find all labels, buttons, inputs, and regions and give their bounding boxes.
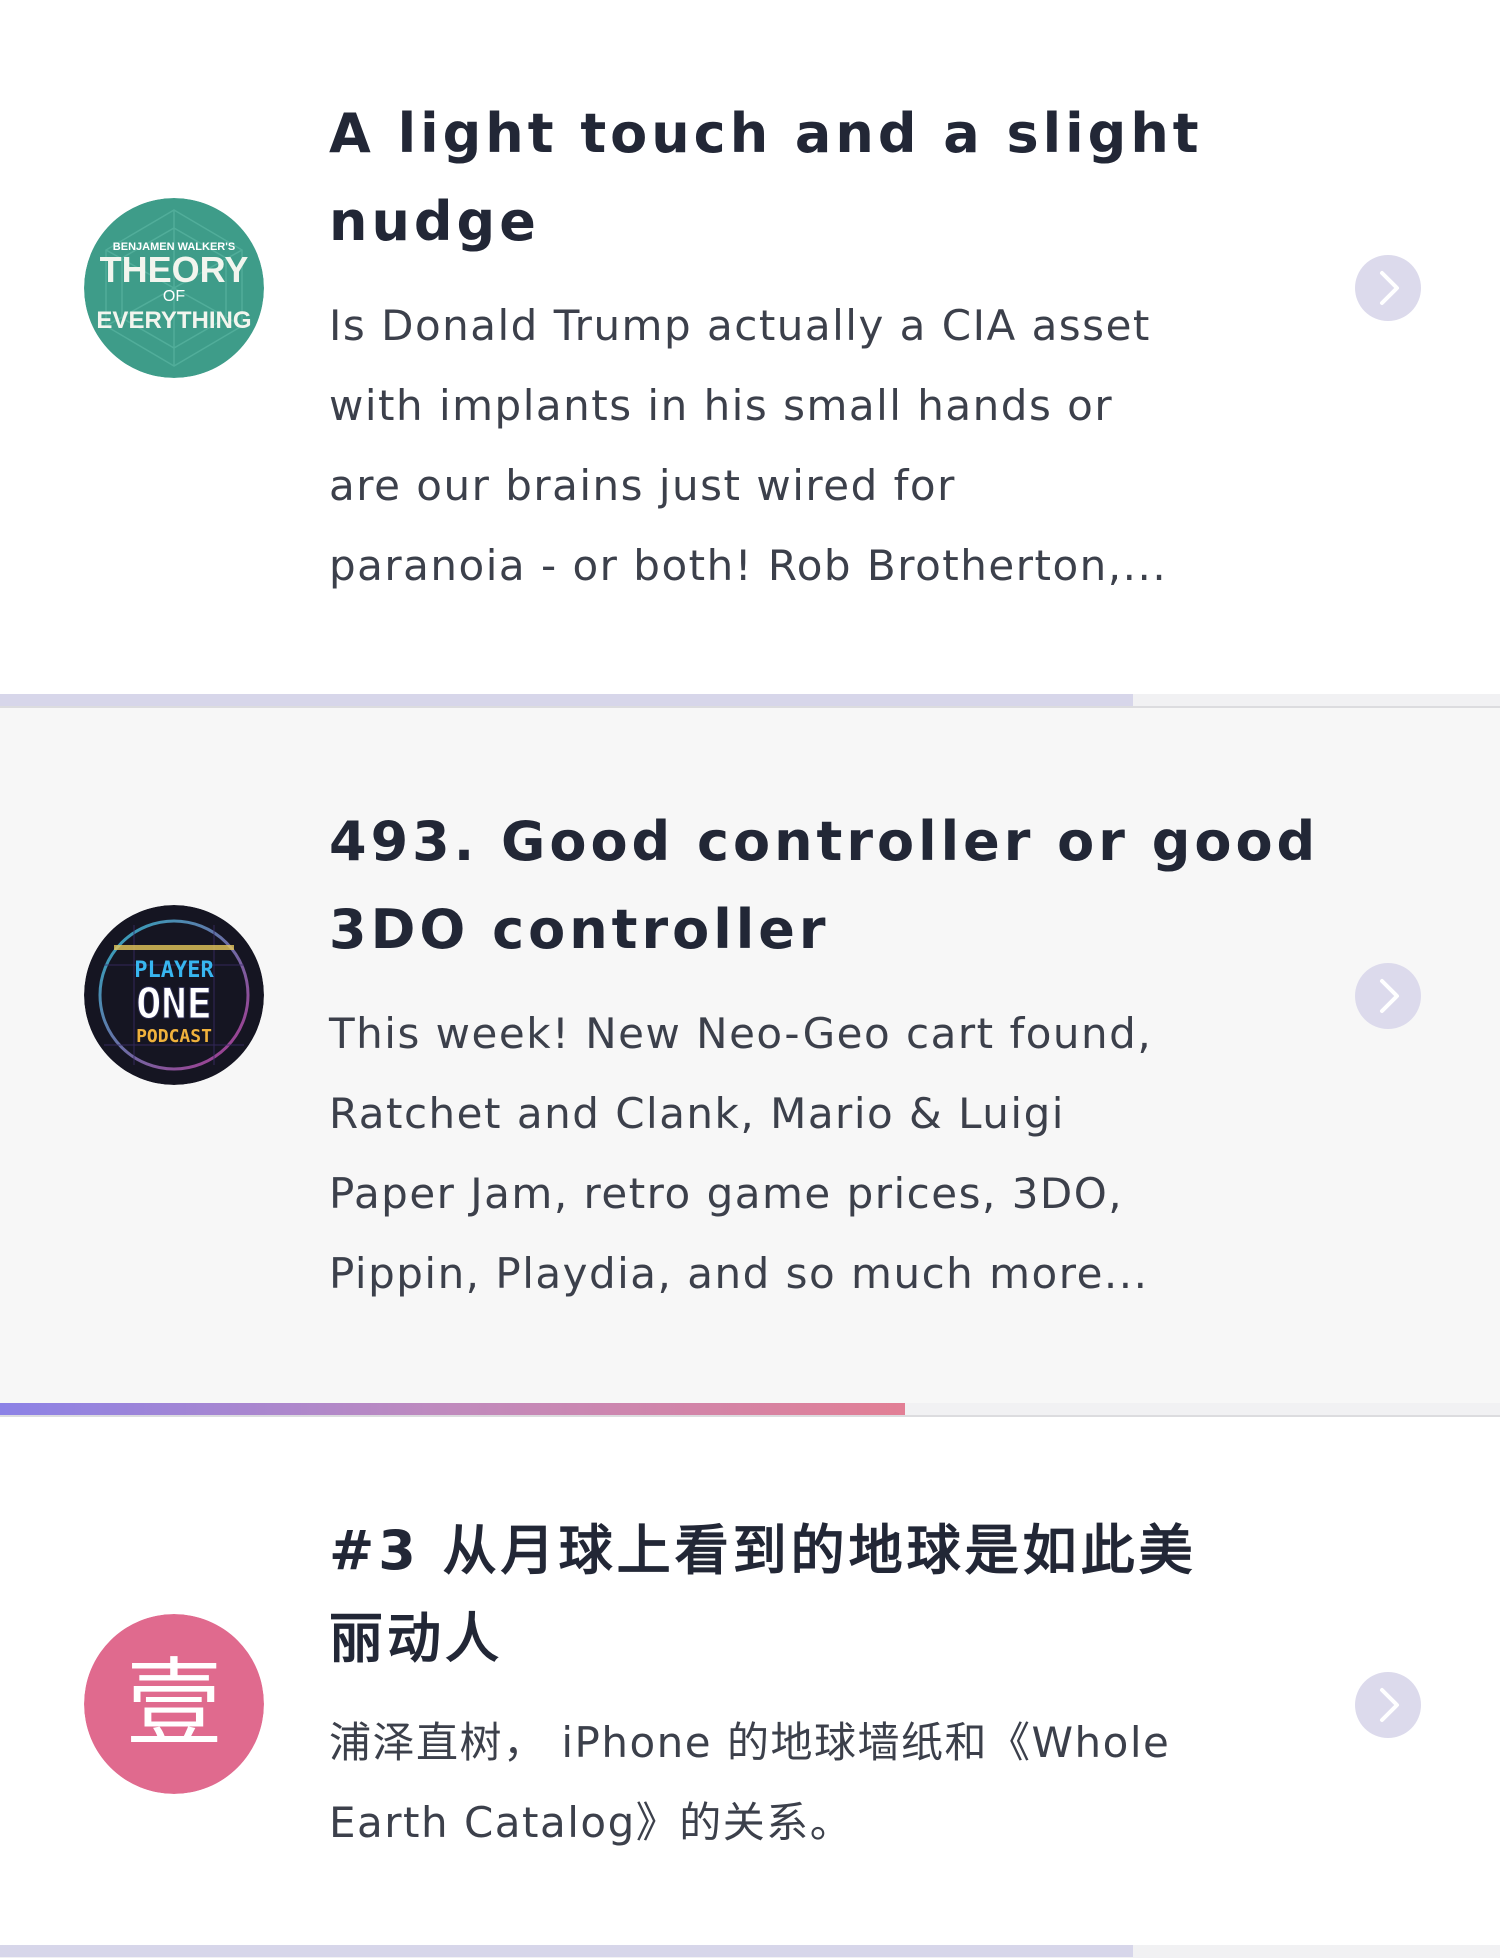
episode-description-line: Earth Catalog》的关系。	[329, 1798, 854, 1847]
episode-description-line: 浦泽直树， iPhone 的地球墙纸和《Whole	[329, 1718, 1171, 1767]
logo-text-line2: THEORY	[100, 249, 249, 290]
episode-title-line: 丽动人	[329, 1607, 503, 1670]
episode-row[interactable]: BENJAMEN WALKER'S THEORY OF EVERYTHING A…	[0, 0, 1500, 694]
episode-title-line: nudge	[329, 190, 540, 253]
logo-text-line4: EVERYTHING	[96, 307, 251, 334]
episode-content: A light touch and a slight nudge Is Dona…	[329, 90, 1329, 606]
episode-progress-bar	[0, 1945, 1500, 1958]
episode-description-line: with implants in his small hands or	[329, 381, 1114, 430]
episode-description-line: This week! New Neo-Geo cart found,	[329, 1009, 1153, 1058]
logo-text-line2: ONE	[136, 979, 212, 1028]
episode-title-line: A light touch and a slight	[329, 102, 1203, 165]
episode-description-line: are our brains just wired for	[329, 461, 956, 510]
episode-progress-bar	[0, 1403, 1500, 1417]
episode-description-line: Ratchet and Clank, Mario & Luigi	[329, 1089, 1065, 1138]
episode-progress-fill	[0, 1403, 905, 1415]
chevron-right-icon	[1380, 979, 1399, 1013]
episode-progress-fill	[0, 694, 1133, 706]
episode-title-line: #3 从月球上看到的地球是如此美	[329, 1519, 1197, 1582]
theory-of-everything-logo: BENJAMEN WALKER'S THEORY OF EVERYTHING	[84, 198, 264, 378]
episode-description: Is Donald Trump actually a CIA asset wit…	[329, 286, 1329, 606]
podcast-artwork-player-one-podcast: PLAYER ONE PODCAST	[84, 905, 264, 1085]
logo-glyph: 壹	[126, 1648, 222, 1760]
episode-progress-fill	[0, 1945, 1133, 1957]
episode-description: 浦泽直树， iPhone 的地球墙纸和《Whole Earth Catalog》…	[329, 1703, 1329, 1863]
episode-description-line: Pippin, Playdia, and so much more...	[329, 1249, 1149, 1298]
open-episode-button[interactable]	[1355, 963, 1421, 1029]
open-episode-button[interactable]	[1355, 1672, 1421, 1738]
logo-text-line3: OF	[163, 288, 185, 305]
episode-progress-bar	[0, 694, 1500, 708]
episode-description: This week! New Neo-Geo cart found, Ratch…	[329, 994, 1329, 1314]
episode-description-line: paranoia - or both! Rob Brotherton,...	[329, 541, 1168, 590]
open-episode-button[interactable]	[1355, 255, 1421, 321]
episode-description-line: Paper Jam, retro game prices, 3DO,	[329, 1169, 1124, 1218]
podcast-artwork-theory-of-everything: BENJAMEN WALKER'S THEORY OF EVERYTHING	[84, 198, 264, 378]
chevron-right-icon	[1380, 271, 1399, 305]
episode-title: #3 从月球上看到的地球是如此美 丽动人	[329, 1507, 1329, 1683]
episode-row[interactable]: 壹 #3 从月球上看到的地球是如此美 丽动人 浦泽直树， iPhone 的地球墙…	[0, 1417, 1500, 1945]
episode-content: #3 从月球上看到的地球是如此美 丽动人 浦泽直树， iPhone 的地球墙纸和…	[329, 1507, 1329, 1863]
player-one-podcast-logo: PLAYER ONE PODCAST	[84, 905, 264, 1085]
episode-title: A light touch and a slight nudge	[329, 90, 1329, 266]
episode-row[interactable]: PLAYER ONE PODCAST 493. Good controller …	[0, 708, 1500, 1403]
logo-text-line3: PODCAST	[136, 1026, 212, 1047]
episode-list: BENJAMEN WALKER'S THEORY OF EVERYTHING A…	[0, 0, 1500, 1958]
chevron-right-icon	[1380, 1688, 1399, 1722]
episode-title-line: 493. Good controller or good	[329, 810, 1320, 873]
podcast-artwork-yi: 壹	[84, 1614, 264, 1794]
episode-title: 493. Good controller or good 3DO control…	[329, 798, 1329, 974]
episode-description-line: Is Donald Trump actually a CIA asset	[329, 301, 1151, 350]
episode-content: 493. Good controller or good 3DO control…	[329, 798, 1329, 1314]
yi-podcast-logo: 壹	[84, 1614, 264, 1794]
episode-title-line: 3DO controller	[329, 898, 830, 961]
